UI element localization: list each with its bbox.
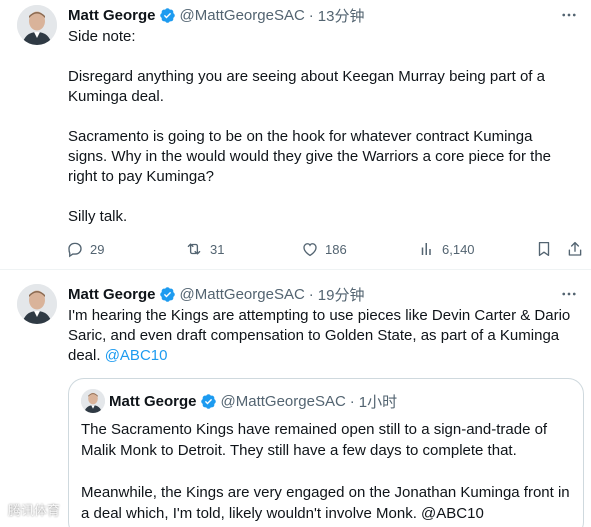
bookmark-button[interactable] (535, 238, 559, 260)
reply-count: 29 (90, 241, 105, 257)
timestamp: 1小时 (358, 393, 398, 411)
views-button[interactable]: 6,140 (418, 238, 475, 260)
timestamp[interactable]: 13分钟 (318, 5, 365, 26)
like-icon (303, 243, 317, 257)
verified-badge-icon (159, 7, 175, 23)
more-icon[interactable] (559, 284, 579, 304)
avatar[interactable] (81, 389, 105, 413)
retweet-button[interactable]: 31 (184, 238, 224, 260)
verified-badge-icon (159, 286, 175, 302)
retweet-count: 31 (210, 241, 225, 257)
separator-dot: · (308, 285, 314, 303)
separator-dot: · (308, 6, 314, 24)
tweet[interactable]: Matt George @MattGeorgeSAC · 13分钟 Side n… (0, 0, 591, 270)
author-name: Matt George (109, 392, 197, 410)
tweet-text: Side note: Disregard anything you are se… (68, 27, 573, 227)
tweet-header: Matt George @MattGeorgeSAC · 19分钟 (68, 283, 364, 305)
mention-link[interactable]: @ABC10 (105, 347, 168, 364)
action-bar: 29 31 186 6,140 (66, 238, 586, 260)
author-name[interactable]: Matt George (68, 286, 156, 303)
author-handle: @MattGeorgeSAC (220, 392, 346, 410)
avatar[interactable] (17, 284, 57, 324)
timestamp[interactable]: 19分钟 (318, 284, 365, 305)
tweet-paragraph: Side note: (68, 28, 136, 45)
tweet-paragraph: The Sacramento Kings have remained open … (81, 421, 548, 459)
author-handle[interactable]: @MattGeorgeSAC (180, 7, 305, 24)
tweet-text: I'm hearing the Kings are attempting to … (68, 306, 573, 366)
share-button[interactable] (566, 238, 590, 260)
reply-button[interactable]: 29 (66, 238, 104, 260)
quoted-tweet-text: The Sacramento Kings have remained open … (81, 419, 571, 524)
watermark: 腾讯体育 (8, 503, 61, 518)
views-icon (421, 243, 431, 255)
share-icon (568, 241, 582, 256)
avatar[interactable] (17, 5, 57, 45)
retweet-icon (187, 243, 201, 255)
like-count: 186 (325, 241, 347, 257)
reply-icon (68, 242, 82, 258)
verified-badge-icon (200, 393, 216, 409)
more-icon[interactable] (559, 5, 579, 25)
author-name[interactable]: Matt George (68, 7, 156, 24)
separator-dot: · (349, 392, 355, 410)
tweet-paragraph: Silly talk. (68, 208, 128, 225)
like-button[interactable]: 186 (301, 238, 347, 260)
tweet-paragraph: Disregard anything you are seeing about … (68, 68, 545, 105)
tweet-paragraph: Sacramento is going to be on the hook fo… (68, 128, 552, 185)
author-handle[interactable]: @MattGeorgeSAC (180, 286, 305, 303)
views-count: 6,140 (442, 241, 475, 257)
quoted-tweet[interactable]: Matt George @MattGeorgeSAC · 1小时 The Sac… (68, 378, 584, 527)
tweet-paragraph: Meanwhile, the Kings are very engaged on… (81, 484, 570, 522)
quoted-tweet-header: Matt George @MattGeorgeSAC · 1小时 (109, 391, 397, 411)
bookmark-icon (538, 241, 550, 257)
tweet[interactable]: Matt George @MattGeorgeSAC · 19分钟 I'm he… (0, 271, 591, 527)
tweet-header: Matt George @MattGeorgeSAC · 13分钟 (68, 4, 364, 26)
